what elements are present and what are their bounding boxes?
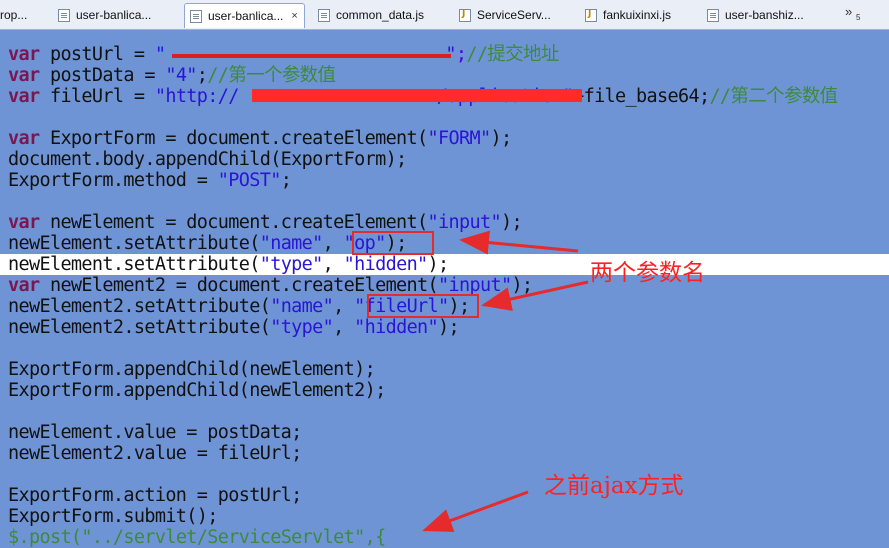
java-file-icon <box>459 8 471 22</box>
tab-label: user-banlica... <box>208 9 284 23</box>
tab-overflow-count: 5 <box>856 13 861 22</box>
code-editor[interactable]: var postUrl = " ";//提交地址 var postData = "… <box>0 30 889 548</box>
tab-overflow-chevron-icon[interactable]: » <box>845 4 852 19</box>
java-file-icon <box>585 8 597 22</box>
tab-7[interactable]: user-banshiz... <box>707 3 804 27</box>
file-icon <box>58 8 70 22</box>
file-icon <box>190 9 202 23</box>
tab-5[interactable]: ServiceServ... <box>459 3 551 27</box>
tab-label: user-banshiz... <box>725 8 804 22</box>
arrow-to-ajax <box>422 490 529 532</box>
tab-label: rop... <box>0 8 28 22</box>
tab-label: ServiceServ... <box>477 8 551 22</box>
close-icon[interactable]: × <box>291 10 297 22</box>
tab-label: common_data.js <box>336 8 425 22</box>
tab-6[interactable]: fankuixinxi.js <box>585 3 671 27</box>
tab-3-active[interactable]: user-banlica... × <box>184 3 305 28</box>
tab-1[interactable]: rop... <box>0 3 27 27</box>
editor-tab-bar: rop... user-banlica... user-banlica... ×… <box>0 0 889 30</box>
annotation-arrows <box>422 230 589 532</box>
tab-label: fankuixinxi.js <box>603 8 672 22</box>
tab-2[interactable]: user-banlica... <box>58 3 151 27</box>
arrow-to-fileurl <box>481 280 589 311</box>
arrow-to-op <box>459 230 579 255</box>
file-icon <box>318 8 330 22</box>
tab-label: user-banlica... <box>76 8 152 22</box>
file-icon <box>707 8 719 22</box>
tab-4[interactable]: common_data.js <box>318 3 424 27</box>
